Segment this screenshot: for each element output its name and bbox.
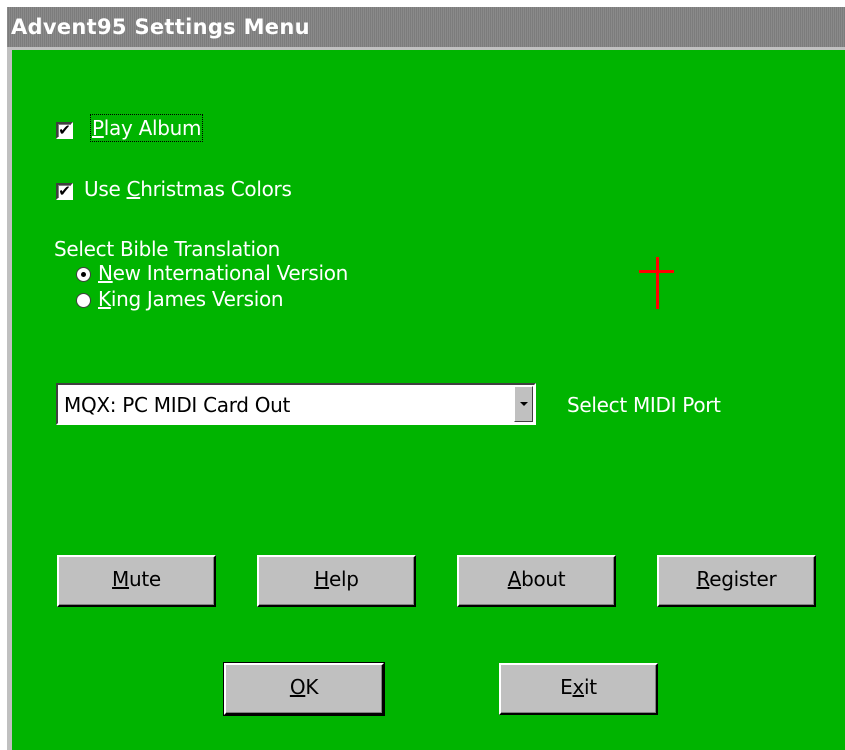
radio-selected-dot-icon <box>81 272 86 277</box>
exit-button[interactable]: Exit <box>499 663 658 715</box>
register-button[interactable]: Register <box>657 555 816 607</box>
niv-label[interactable]: New International Version <box>98 261 348 285</box>
chevron-down-icon <box>520 402 528 406</box>
window-title: Advent95 Settings Menu <box>11 15 310 39</box>
kjv-label[interactable]: King James Version <box>98 287 284 311</box>
about-button[interactable]: About <box>457 555 616 607</box>
help-button[interactable]: Help <box>257 555 416 607</box>
kjv-radio[interactable] <box>76 293 91 308</box>
christmas-colors-checkbox[interactable]: ✔ <box>56 182 73 200</box>
christmas-colors-label[interactable]: Use Christmas Colors <box>84 177 292 201</box>
play-album-checkbox[interactable]: ✔ <box>56 121 73 139</box>
dropdown-arrow-button[interactable] <box>514 386 533 422</box>
settings-panel: ✔ Play Album ✔ Use Christmas Colors Sele… <box>12 50 845 750</box>
title-bar[interactable]: Advent95 Settings Menu <box>7 7 845 47</box>
midi-port-select[interactable]: MQX: PC MIDI Card Out <box>56 383 536 425</box>
checkmark-icon: ✔ <box>58 182 71 200</box>
translation-heading: Select Bible Translation <box>54 237 281 261</box>
midi-port-value: MQX: PC MIDI Card Out <box>64 393 291 417</box>
ok-button[interactable]: OK <box>223 662 385 716</box>
checkmark-icon: ✔ <box>58 121 71 139</box>
midi-port-label: Select MIDI Port <box>567 393 721 417</box>
niv-radio[interactable] <box>76 267 91 282</box>
mute-button[interactable]: Mute <box>57 555 216 607</box>
play-album-label[interactable]: Play Album <box>89 114 204 142</box>
settings-window: Advent95 Settings Menu ✔ Play Album ✔ Us… <box>7 7 845 750</box>
